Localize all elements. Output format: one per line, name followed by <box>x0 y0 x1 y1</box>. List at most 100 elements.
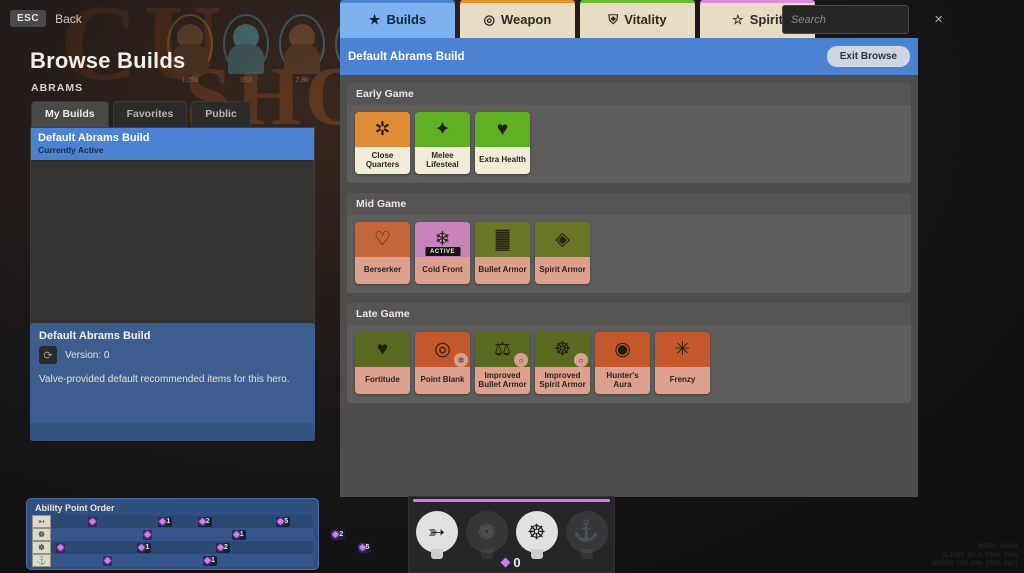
spirit-drop-icon: ○ <box>514 353 528 367</box>
spirit-drop-icon: ○ <box>574 353 588 367</box>
ability-upgrade-marker[interactable]: 2 <box>331 530 345 540</box>
item-name: Extra Health <box>475 147 530 174</box>
exit-browse-button[interactable]: Exit Browse <box>827 46 910 67</box>
ability-point-order-panel: Ability Point Order ➳❁☸⚓ 125125125125 <box>26 498 319 570</box>
ability-upgrade-marker[interactable]: 5 <box>276 517 290 527</box>
item-card[interactable]: ✲Close Quarters <box>355 112 410 174</box>
build-sections: Early Game ✲Close Quarters✦Melee Lifestea… <box>340 75 918 497</box>
star-icon: ★ <box>369 13 381 26</box>
ability-seismic-impact-icon: ⚓ <box>32 554 51 567</box>
item-card[interactable]: ▓Bullet Armor <box>475 222 530 284</box>
burst-icon: ✳ <box>655 332 710 367</box>
ability-upgrade-marker[interactable]: 1 <box>232 530 246 540</box>
ability-point-diamond-icon <box>277 518 284 525</box>
item-card[interactable]: ◈Spirit Armor <box>535 222 590 284</box>
ability-unlock-marker[interactable] <box>143 530 152 540</box>
ability-shoulder-charge-icon: ➳ <box>32 515 51 528</box>
ability-upgrade-marker[interactable]: 2 <box>216 543 230 553</box>
build-section: Mid Game ♡Berserker❄ACTIVECold Front▓Bull… <box>347 193 911 293</box>
ability-slot[interactable]: ☸ <box>516 511 558 559</box>
ability-upgrade-marker[interactable]: 2 <box>198 517 212 527</box>
build-detail-meta: ⟳ Version: 0 <box>39 346 306 364</box>
build-detail-footer <box>30 423 315 441</box>
hero-name-label: ABRAMS <box>31 82 330 94</box>
item-name: Berserker <box>355 257 410 284</box>
ability-siphon-life-icon: ❁ <box>466 511 508 553</box>
ability-unlock-marker[interactable] <box>88 517 97 527</box>
item-card[interactable]: ⚖○Improved Bullet Armor <box>475 332 530 394</box>
tab-label: Vitality <box>624 12 666 27</box>
ability-unlock-marker[interactable] <box>56 543 65 553</box>
ability-bar-icons: ➳❁☸⚓ <box>409 511 614 559</box>
build-list-item[interactable]: Default Abrams BuildCurrently Active <box>31 128 314 161</box>
ability-point-order-icons: ➳❁☸⚓ <box>32 515 51 567</box>
item-name: Improved Bullet Armor <box>475 367 530 394</box>
debug-line-1: MATCH XXXXX <box>932 543 1018 552</box>
browse-builds-panel: Browse Builds ABRAMS My BuildsFavoritesP… <box>0 40 330 573</box>
ability-point-order-row: 125 <box>51 541 313 554</box>
item-card[interactable]: ☸○Improved Spirit Armor <box>535 332 590 394</box>
ability-upgrade-marker[interactable]: 5 <box>358 543 372 553</box>
ability-slot[interactable]: ❁ <box>466 511 508 559</box>
hero-ability-bar: ➳❁☸⚓ 0 <box>408 496 615 573</box>
build-list-item-name: Default Abrams Build <box>38 132 307 144</box>
item-card[interactable]: ◎✲Point Blank <box>415 332 470 394</box>
heart-icon: ♥ <box>475 112 530 147</box>
build-source-tab-favorites[interactable]: Favorites <box>113 101 188 127</box>
build-source-tabs: My Builds Favorites Public <box>31 101 330 127</box>
item-card[interactable]: ◉Hunter's Aura <box>595 332 650 394</box>
item-card[interactable]: ✳Frenzy <box>655 332 710 394</box>
build-section: Late Game♥Fortitude◎✲Point Blank⚖○Improv… <box>347 303 911 403</box>
ability-upgrade-marker[interactable]: 1 <box>203 556 217 566</box>
search-box[interactable]: ✕ <box>782 5 909 34</box>
tab-stripe <box>580 0 695 3</box>
ability-upgrade-cost: 1 <box>240 531 244 538</box>
target-icon: ◎ <box>484 13 495 26</box>
item-name: Improved Spirit Armor <box>535 367 590 394</box>
ability-points-count: 0 <box>513 555 520 570</box>
ability-point-diamond-icon <box>501 558 511 568</box>
ability-point-diamond-icon <box>138 544 145 551</box>
ability-siphon-life-icon: ❁ <box>32 528 51 541</box>
ability-slot[interactable]: ➳ <box>416 511 458 559</box>
ability-upgrade-cost: 1 <box>211 557 215 564</box>
item-card[interactable]: ♥Extra Health <box>475 112 530 174</box>
ability-upgrade-marker[interactable]: 1 <box>158 517 172 527</box>
ability-point-order-title: Ability Point Order <box>35 503 313 513</box>
ability-unlock-marker[interactable] <box>103 556 112 566</box>
build-section: Early Game ✲Close Quarters✦Melee Lifestea… <box>347 83 911 183</box>
ability-point-diamond-icon <box>144 531 151 538</box>
item-name: Cold Front <box>415 257 470 284</box>
ability-point-diamond-icon <box>89 518 96 525</box>
ability-shoulder-charge-icon: ➳ <box>416 511 458 553</box>
ability-seismic-impact-icon: ⚓ <box>566 511 608 553</box>
tab-builds[interactable]: ★ Builds <box>340 0 455 38</box>
build-section-items: ♥Fortitude◎✲Point Blank⚖○Improved Bullet… <box>347 325 911 394</box>
item-name: Bullet Armor <box>475 257 530 284</box>
item-card[interactable]: ♡Berserker <box>355 222 410 284</box>
build-section-title: Early Game <box>347 83 911 105</box>
item-name: Close Quarters <box>355 147 410 174</box>
back-control[interactable]: ESC Back <box>10 10 82 27</box>
build-version-label: Version: 0 <box>65 350 109 361</box>
item-card[interactable]: ♥Fortitude <box>355 332 410 394</box>
build-section-title: Late Game <box>347 303 911 325</box>
item-name: Melee Lifesteal <box>415 147 470 174</box>
item-card[interactable]: ❄ACTIVECold Front <box>415 222 470 284</box>
ability-point-diamond-icon <box>332 531 339 538</box>
tab-vitality[interactable]: ⛨Vitality <box>580 0 695 38</box>
ability-slot[interactable]: ⚓ <box>566 511 608 559</box>
build-section-title: Mid Game <box>347 193 911 215</box>
build-source-tab-my-builds[interactable]: My Builds <box>31 101 109 127</box>
build-source-tab-label: Favorites <box>127 108 174 120</box>
search-input[interactable] <box>791 14 934 26</box>
tab-label: Builds <box>386 12 426 27</box>
item-card[interactable]: ✦Melee Lifesteal <box>415 112 470 174</box>
ability-upgrade-cost: 1 <box>166 518 170 525</box>
close-icon[interactable]: ✕ <box>934 13 943 26</box>
ability-point-order-grid: ➳❁☸⚓ 125125125125 <box>32 515 313 567</box>
ability-upgrade-cost: 2 <box>206 518 210 525</box>
tab-weapon[interactable]: ◎Weapon <box>460 0 575 38</box>
build-source-tab-public[interactable]: Public <box>191 101 251 127</box>
ability-upgrade-marker[interactable]: 1 <box>137 543 151 553</box>
